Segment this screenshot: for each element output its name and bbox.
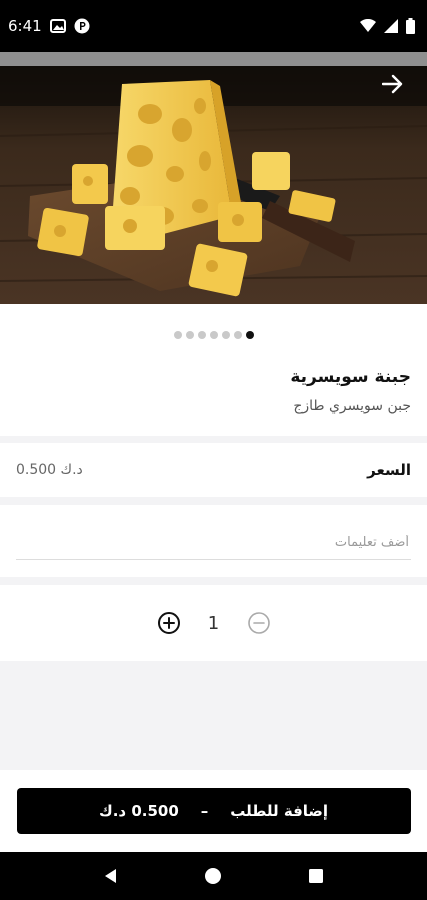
- battery-icon: [406, 18, 415, 34]
- back-button[interactable]: [379, 70, 407, 98]
- carousel-dot[interactable]: [245, 331, 254, 339]
- swiss-cheese-photo: [0, 66, 427, 304]
- carousel-indicator[interactable]: [0, 304, 427, 366]
- bottom-bar: إضافة للطلب – 0.500 د.ك: [0, 770, 427, 852]
- price-value: 0.500 د.ك: [16, 462, 83, 478]
- toolbar-strip: [0, 52, 427, 66]
- home-circle-icon: [205, 868, 222, 884]
- carousel-dot[interactable]: [233, 331, 242, 339]
- signal-icon: [384, 19, 398, 33]
- nav-recents-button[interactable]: [304, 864, 328, 888]
- product-info: جبنة سويسرية جبن سويسري طازج: [0, 366, 427, 436]
- nav-back-button[interactable]: [99, 864, 123, 888]
- add-to-order-button[interactable]: إضافة للطلب – 0.500 د.ك: [16, 788, 411, 834]
- carousel-dot[interactable]: [185, 331, 194, 339]
- status-right: [360, 18, 415, 34]
- carousel-dot[interactable]: [197, 331, 206, 339]
- product-image: [0, 66, 427, 304]
- carousel-dot[interactable]: [209, 331, 218, 339]
- wifi-icon: [360, 19, 376, 33]
- instructions-section: [0, 505, 427, 577]
- minus-circle-icon: [247, 612, 270, 634]
- status-left: 6:41: [8, 17, 90, 35]
- decrease-button[interactable]: [247, 611, 271, 635]
- status-time: 6:41: [8, 17, 42, 35]
- back-triangle-icon: [105, 869, 117, 883]
- system-nav-bar: [0, 852, 427, 900]
- p-badge-icon: [74, 18, 90, 34]
- quantity-value: 1: [207, 612, 220, 634]
- status-bar: 6:41: [0, 0, 427, 52]
- nav-home-button[interactable]: [201, 864, 225, 888]
- instructions-input[interactable]: [16, 526, 411, 560]
- product-description: جبن سويسري طازج: [293, 398, 411, 414]
- arrow-right-icon: [382, 74, 403, 94]
- plus-circle-icon: [157, 612, 180, 634]
- add-to-order-price: 0.500 د.ك: [98, 802, 179, 820]
- gallery-icon: [49, 19, 66, 33]
- recents-square-icon: [308, 869, 323, 883]
- carousel-dot[interactable]: [173, 331, 182, 339]
- product-name: جبنة سويسرية: [290, 367, 411, 387]
- carousel-dot[interactable]: [221, 331, 230, 339]
- price-row: 0.500 د.ك السعر: [0, 443, 427, 497]
- add-to-order-label: إضافة للطلب: [230, 802, 329, 820]
- price-label: السعر: [367, 461, 411, 479]
- quantity-stepper: 1: [0, 585, 427, 661]
- increase-button[interactable]: [157, 611, 181, 635]
- add-to-order-separator: –: [200, 802, 209, 820]
